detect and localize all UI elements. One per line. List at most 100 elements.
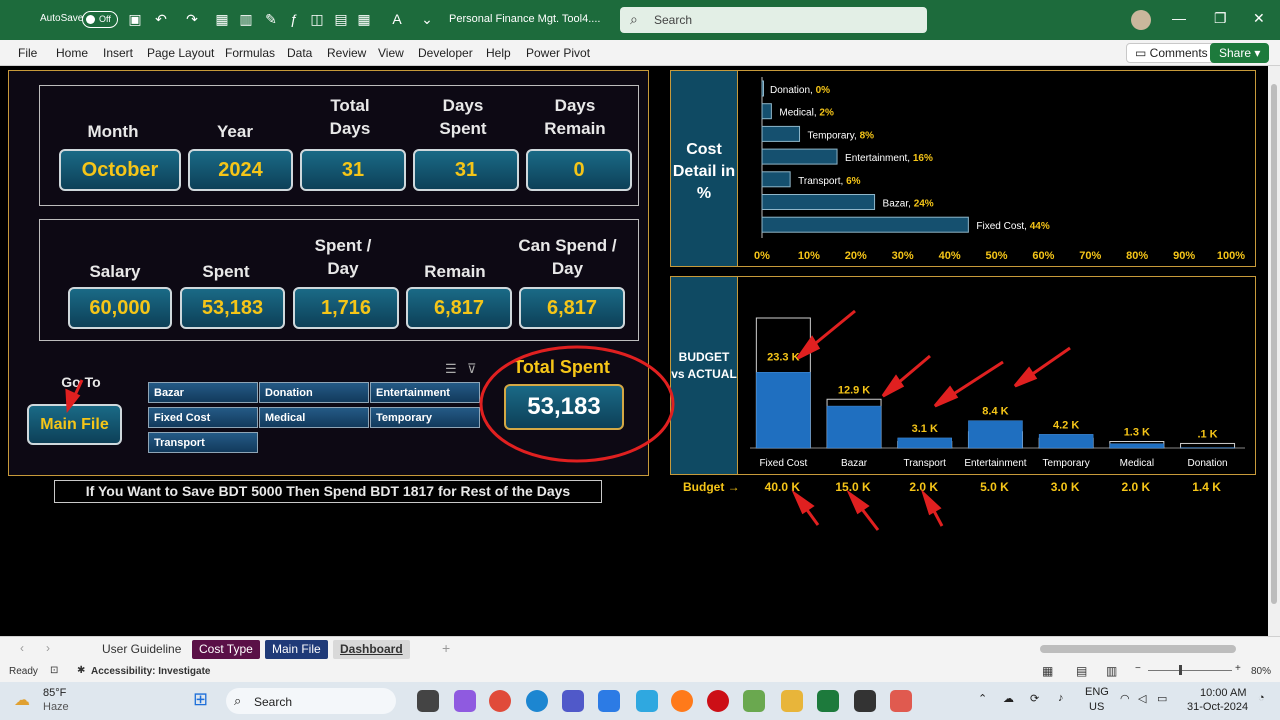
- comments-button[interactable]: ▭ Comments: [1126, 43, 1217, 63]
- sheet-tabs-bar: ‹ › User Guideline Cost Type Main File D…: [0, 636, 1280, 660]
- clock-time[interactable]: 10:00 AM: [1200, 687, 1246, 699]
- customize-icon[interactable]: ⌄: [418, 10, 436, 28]
- restore-icon[interactable]: ❐: [1214, 10, 1227, 27]
- minimize-icon[interactable]: —: [1172, 10, 1186, 26]
- terminal-icon[interactable]: [854, 690, 876, 712]
- tab-file[interactable]: File: [18, 46, 37, 60]
- document-title[interactable]: Personal Finance Mgt. Tool4....: [449, 13, 600, 25]
- copilot-icon[interactable]: [454, 690, 476, 712]
- font-color-icon[interactable]: A: [388, 10, 406, 28]
- add-sheet-icon[interactable]: +: [442, 640, 450, 656]
- annotation-arrows: [65, 309, 1071, 531]
- excel-window: { "titlebar": { "autosave_label": "AutoS…: [0, 0, 1280, 720]
- start-icon[interactable]: ⊞: [193, 689, 208, 710]
- taskbar-search[interactable]: ⌕ Search: [226, 688, 396, 714]
- snipping-icon[interactable]: [743, 690, 765, 712]
- borders-icon[interactable]: ▦: [355, 10, 373, 28]
- tab-user-guideline[interactable]: User Guideline: [95, 640, 188, 659]
- mic-icon[interactable]: ♪: [1058, 692, 1064, 704]
- zoom-slider[interactable]: [1148, 670, 1232, 671]
- zoom-in-icon[interactable]: +: [1235, 663, 1241, 674]
- taskbar-search-icon: ⌕: [234, 693, 242, 708]
- close-icon[interactable]: ✕: [1253, 10, 1265, 27]
- sync-icon[interactable]: ⟳: [1030, 692, 1039, 705]
- share-label: Share: [1219, 46, 1252, 60]
- title-bar: AutoSave Off ▣ ↶ ↷ ▦ ▥ ✎ ƒ ◫ ▤ ▦ A ⌄ Per…: [0, 0, 1280, 40]
- battery-icon[interactable]: ▭: [1157, 692, 1167, 705]
- notification-icon[interactable]: ◔: [1258, 692, 1265, 704]
- undo-icon[interactable]: ↶: [152, 10, 170, 28]
- chart-icon[interactable]: ▥: [237, 10, 255, 28]
- opera-icon[interactable]: [707, 690, 729, 712]
- tab-dashboard[interactable]: Dashboard: [333, 640, 410, 659]
- accessibility-status[interactable]: Accessibility: Investigate: [91, 666, 211, 677]
- store-icon[interactable]: [598, 690, 620, 712]
- avatar[interactable]: [1131, 10, 1151, 30]
- redo-icon[interactable]: ↷: [183, 10, 201, 28]
- weather-desc[interactable]: Haze: [43, 701, 69, 713]
- status-ready: Ready: [9, 666, 38, 677]
- tray-chevron-icon[interactable]: ⌃: [978, 692, 987, 705]
- search-icon: ⌕: [630, 11, 638, 27]
- folder-icon[interactable]: [781, 690, 803, 712]
- tab-view[interactable]: View: [378, 46, 404, 60]
- volume-icon[interactable]: ◁: [1138, 692, 1146, 705]
- next-sheet-icon[interactable]: ›: [46, 641, 50, 655]
- file-explorer-icon[interactable]: [417, 690, 439, 712]
- tab-review[interactable]: Review: [327, 46, 366, 60]
- tab-formulas[interactable]: Formulas: [225, 46, 275, 60]
- taskbar: ☁ 85°F Haze ⊞ ⌕ Search ⌃ ☁ ⟳ ♪ ENG US ◠ …: [0, 682, 1280, 720]
- firefox-icon[interactable]: [671, 690, 693, 712]
- camera-icon[interactable]: ◫: [308, 10, 326, 28]
- function-icon[interactable]: ƒ: [285, 10, 303, 28]
- zoom-level[interactable]: 80%: [1251, 666, 1271, 677]
- edge-icon[interactable]: [526, 690, 548, 712]
- normal-view-icon[interactable]: ▦: [1042, 664, 1053, 678]
- search-placeholder: Search: [654, 13, 693, 27]
- weather-temp[interactable]: 85°F: [43, 687, 66, 699]
- horizontal-scrollbar[interactable]: [1040, 645, 1236, 653]
- save-icon[interactable]: ▣: [126, 10, 144, 28]
- chrome-icon[interactable]: [489, 690, 511, 712]
- form-icon[interactable]: ▤: [332, 10, 350, 28]
- share-button[interactable]: Share ▾: [1210, 43, 1270, 63]
- ribbon-tabs: File Home Insert Page Layout Formulas Da…: [0, 40, 1280, 66]
- cloud-icon[interactable]: ☁: [1003, 692, 1014, 705]
- comment-icon: ▭: [1135, 46, 1150, 60]
- wifi-icon[interactable]: ◠: [1120, 692, 1130, 705]
- zoom-slider-handle[interactable]: [1179, 665, 1182, 675]
- brush-icon[interactable]: ✎: [262, 10, 280, 28]
- highlight-circle: [479, 345, 675, 463]
- tab-help[interactable]: Help: [486, 46, 511, 60]
- tab-insert[interactable]: Insert: [103, 46, 133, 60]
- autosave-label: AutoSave: [40, 13, 84, 24]
- prev-sheet-icon[interactable]: ‹: [20, 641, 24, 655]
- tab-cost-type[interactable]: Cost Type: [192, 640, 260, 659]
- lang-primary[interactable]: ENG: [1085, 686, 1109, 698]
- tab-home[interactable]: Home: [56, 46, 88, 60]
- tab-developer[interactable]: Developer: [418, 46, 473, 60]
- tab-data[interactable]: Data: [287, 46, 312, 60]
- vertical-scrollbar[interactable]: [1268, 66, 1280, 636]
- page-break-icon[interactable]: ▥: [1106, 664, 1117, 678]
- weather-icon[interactable]: ☁: [14, 690, 30, 710]
- comments-label: Comments: [1149, 46, 1208, 60]
- sheet-area[interactable]: Month Year Total Days Days Spent Days Re…: [0, 66, 1268, 636]
- table-icon[interactable]: ▦: [213, 10, 231, 28]
- tab-page-layout[interactable]: Page Layout: [147, 46, 214, 60]
- excel-icon[interactable]: [817, 690, 839, 712]
- search-box[interactable]: ⌕ Search: [620, 7, 927, 33]
- tab-power-pivot[interactable]: Power Pivot: [526, 46, 590, 60]
- recorder-icon[interactable]: [890, 690, 912, 712]
- scroll-thumb[interactable]: [1271, 84, 1277, 604]
- zoom-out-icon[interactable]: −: [1135, 663, 1141, 674]
- teams-icon[interactable]: [562, 690, 584, 712]
- clock-date[interactable]: 31-Oct-2024: [1187, 701, 1248, 713]
- tab-main-file[interactable]: Main File: [265, 640, 328, 659]
- autosave-toggle[interactable]: Off: [82, 11, 118, 28]
- lang-secondary[interactable]: US: [1089, 701, 1104, 713]
- page-layout-icon[interactable]: ▤: [1076, 664, 1087, 678]
- macro-icon[interactable]: ⊡: [50, 665, 58, 676]
- app-icon[interactable]: [636, 690, 658, 712]
- status-bar: Ready ⊡ ✱ Accessibility: Investigate ▦ ▤…: [0, 660, 1280, 682]
